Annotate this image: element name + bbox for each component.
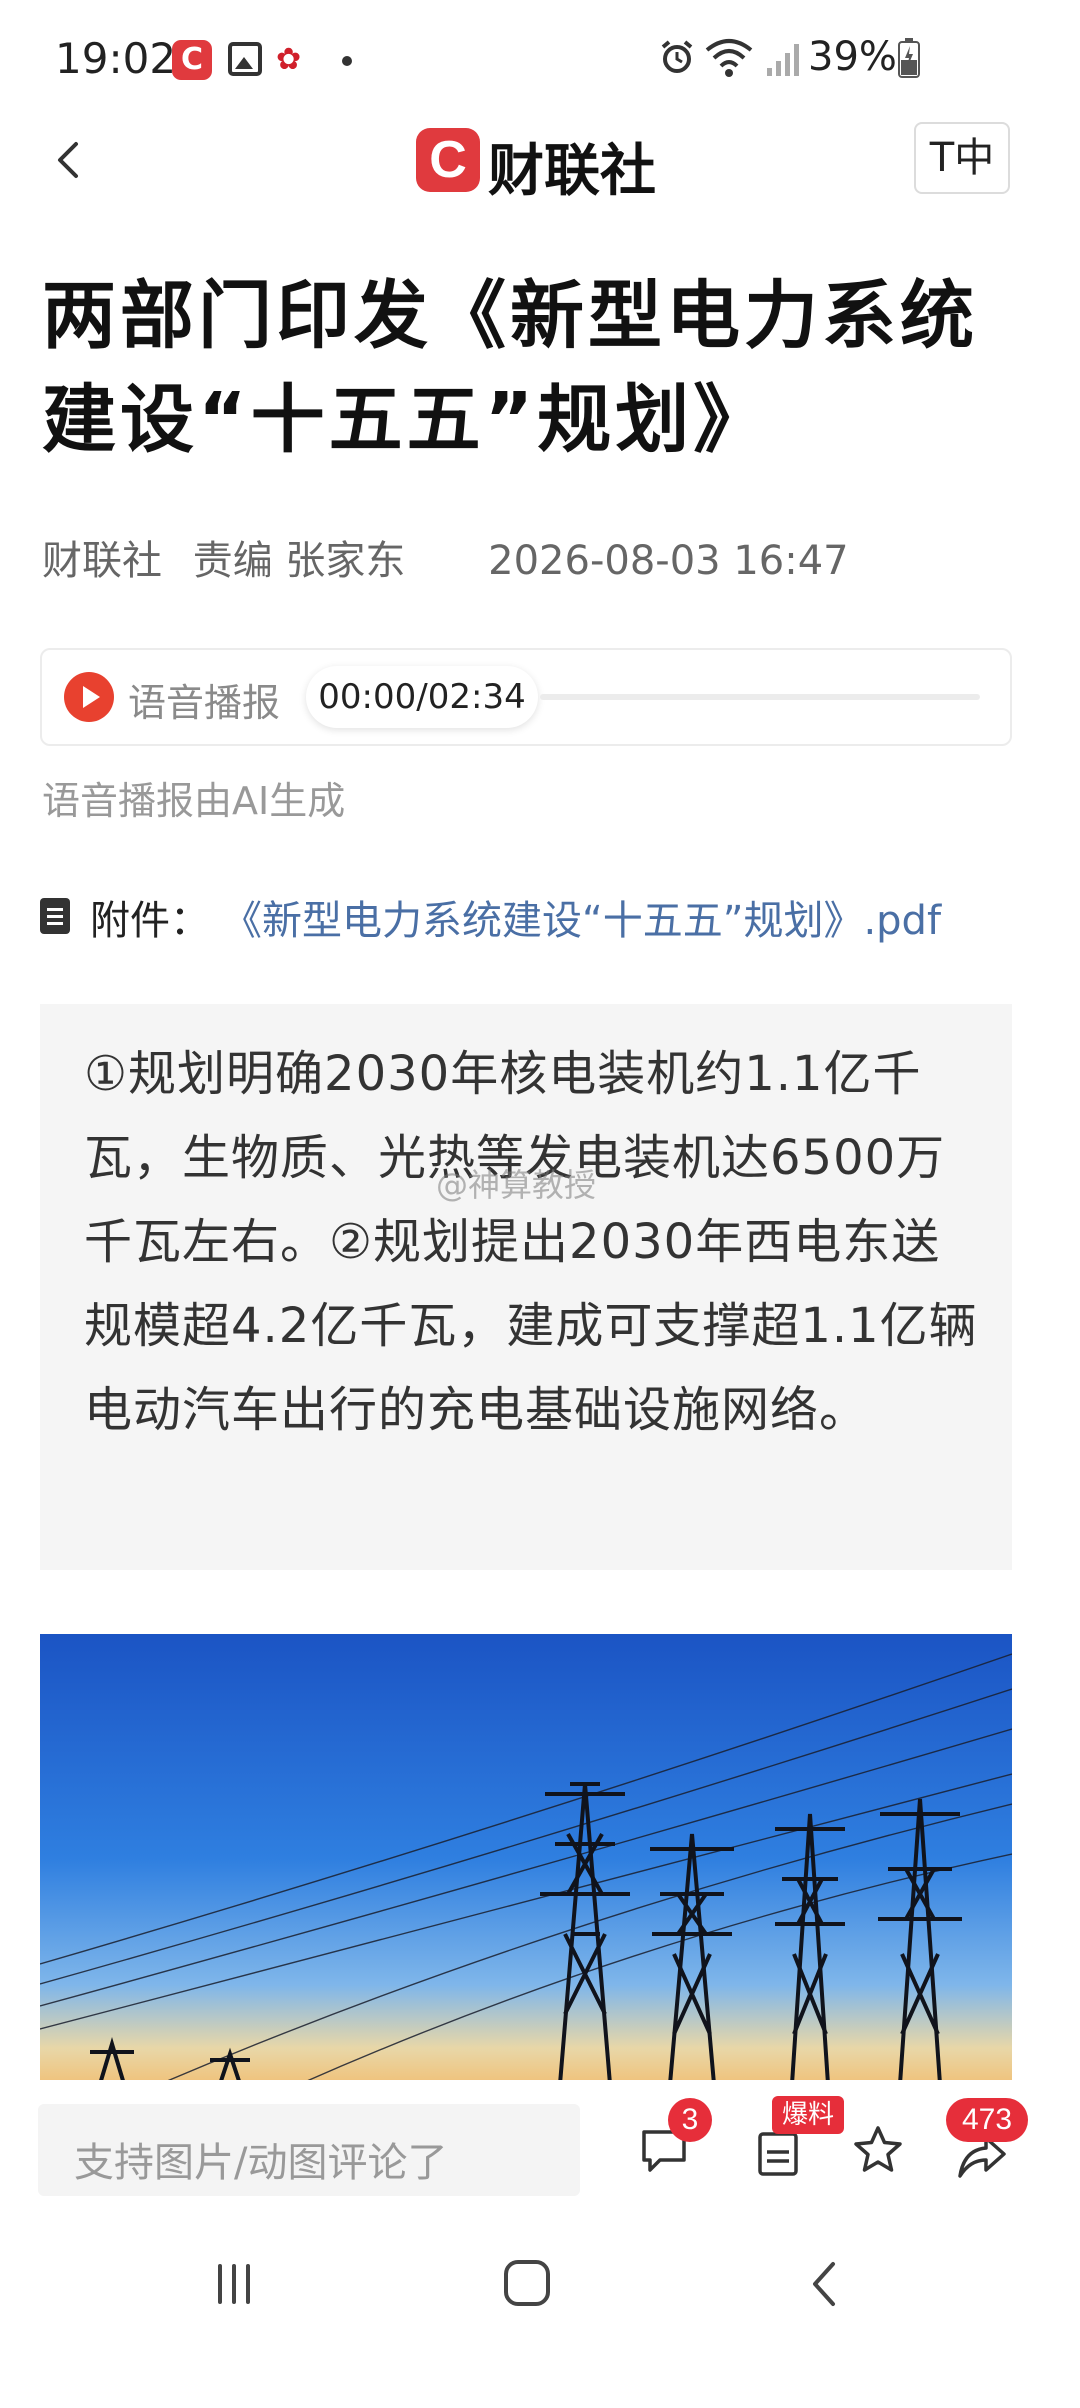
font-size-button[interactable]: T中 — [914, 122, 1010, 194]
article-meta: 财联社 责编 张家东 2026-08-03 16:47 — [42, 528, 849, 586]
alarm-icon — [661, 40, 693, 73]
star-icon[interactable] — [852, 2124, 904, 2176]
audio-label: 语音播报 — [128, 681, 281, 725]
audio-ai-note: 语音播报由AI生成 — [42, 779, 346, 823]
play-icon[interactable] — [64, 672, 114, 722]
cls-app-icon: C — [172, 40, 212, 80]
summary-text: ①规划明确2030年核电装机约1.1亿千瓦，生物质、光热等发电装机达6500万千… — [84, 1046, 978, 1438]
audio-progress-track[interactable] — [540, 694, 980, 700]
recents-icon[interactable] — [212, 2262, 256, 2306]
comment-placeholder[interactable]: 支持图片/动图评论了 — [74, 2130, 447, 2188]
attachment-label: 附件： — [90, 898, 210, 944]
logo-c-icon: C — [416, 128, 480, 192]
audio-time-display[interactable]: 00:00/02:34 — [306, 666, 538, 728]
home-icon[interactable] — [504, 2260, 550, 2306]
system-nav-bar — [0, 2210, 1080, 2408]
nav-back-icon[interactable] — [805, 2258, 845, 2310]
article-date: 2026-08-03 16:47 — [488, 538, 849, 584]
attachment-link[interactable]: 《新型电力系统建设“十五五”规划》.pdf — [222, 888, 941, 946]
status-bar: 19:02 C ✿ 39% — [0, 0, 1080, 120]
article-image[interactable] — [40, 1634, 1012, 2084]
battery-percent: 39% — [808, 34, 897, 80]
article-source[interactable]: 财联社 — [42, 528, 162, 586]
notification-dot — [342, 56, 352, 66]
status-time: 19:02 — [55, 34, 177, 83]
back-button[interactable] — [40, 130, 100, 190]
article-editor: 责编 张家东 — [192, 538, 406, 584]
article-title: 两部门印发《新型电力系统建设“十五五”规划》 — [42, 273, 978, 463]
gallery-icon — [228, 42, 262, 76]
comment-count-badge: 3 — [668, 2098, 712, 2142]
report-icon[interactable] — [752, 2128, 804, 2180]
document-icon — [40, 898, 70, 934]
signal-icon — [767, 44, 799, 76]
battery-icon — [898, 38, 920, 78]
wifi-icon — [705, 39, 753, 77]
share-count-badge: 473 — [946, 2098, 1028, 2142]
huawei-icon: ✿ — [276, 42, 302, 77]
report-badge: 爆料 — [772, 2096, 844, 2134]
logo-text: 财联社 — [488, 139, 656, 204]
watermark: @神算教授 — [436, 1166, 597, 1204]
